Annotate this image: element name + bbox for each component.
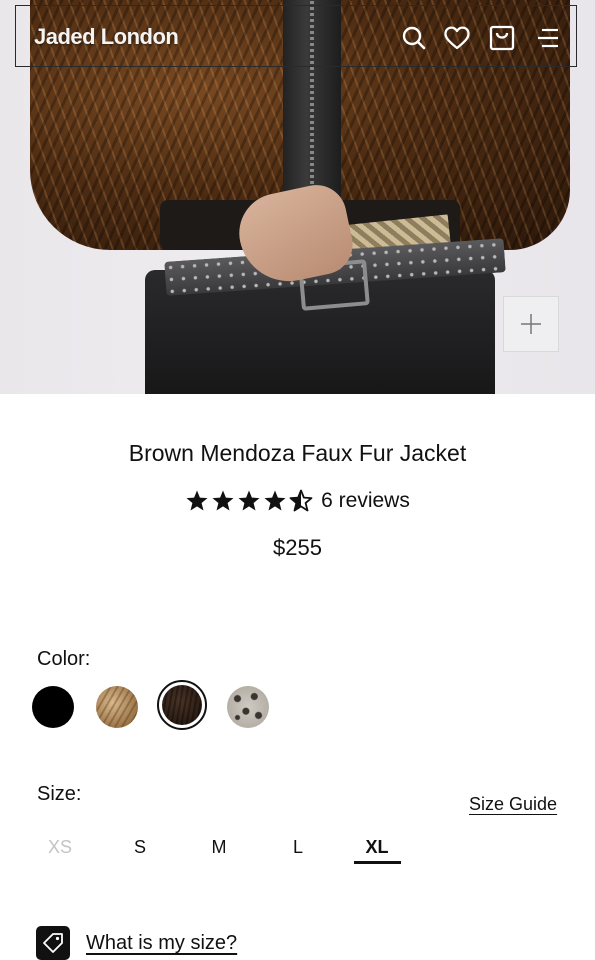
color-swatch-tan-fur[interactable] [96, 686, 138, 728]
product-price: $255 [273, 535, 322, 560]
what-is-my-size-link[interactable]: What is my size? [86, 932, 237, 955]
search-button[interactable] [400, 24, 428, 52]
tag-icon [43, 933, 63, 953]
plus-icon [521, 314, 541, 334]
star-full-icon [264, 490, 286, 511]
size-option-l[interactable]: L [275, 837, 321, 858]
star-full-icon [186, 490, 208, 511]
color-swatch-black[interactable] [32, 686, 74, 728]
size-option-xs[interactable]: XS [37, 837, 83, 858]
color-swatch-brown-fur[interactable] [157, 680, 207, 730]
heart-icon [444, 26, 470, 50]
shopping-bag-icon [489, 25, 515, 51]
hamburger-menu-icon [538, 28, 558, 48]
size-option-s[interactable]: S [117, 837, 163, 858]
product-rating[interactable]: 6 reviews [0, 489, 595, 513]
search-icon [402, 26, 426, 50]
size-option-m[interactable]: M [196, 837, 242, 858]
star-full-icon [212, 490, 234, 511]
size-guide-link[interactable]: Size Guide [469, 794, 557, 815]
color-swatch-leopard[interactable] [227, 686, 269, 728]
rating-stars [185, 489, 313, 513]
size-label: Size: [37, 783, 82, 805]
star-half-icon [289, 489, 313, 512]
brand-logo[interactable]: Jaded London [34, 24, 179, 50]
cart-button[interactable] [488, 24, 516, 52]
wishlist-button[interactable] [443, 24, 471, 52]
menu-button[interactable] [534, 24, 562, 52]
zoom-button[interactable] [503, 296, 559, 352]
color-label: Color: [37, 648, 91, 670]
site-header: Jaded London [15, 5, 577, 67]
reviews-link[interactable]: 6 reviews [321, 489, 410, 513]
color-swatch-brown-fill [162, 685, 202, 725]
star-full-icon [238, 490, 260, 511]
product-title: Brown Mendoza Faux Fur Jacket [128, 440, 467, 466]
fit-finder-button[interactable] [36, 926, 70, 960]
size-option-xl[interactable]: XL [354, 837, 400, 858]
selected-size-indicator [354, 861, 401, 864]
